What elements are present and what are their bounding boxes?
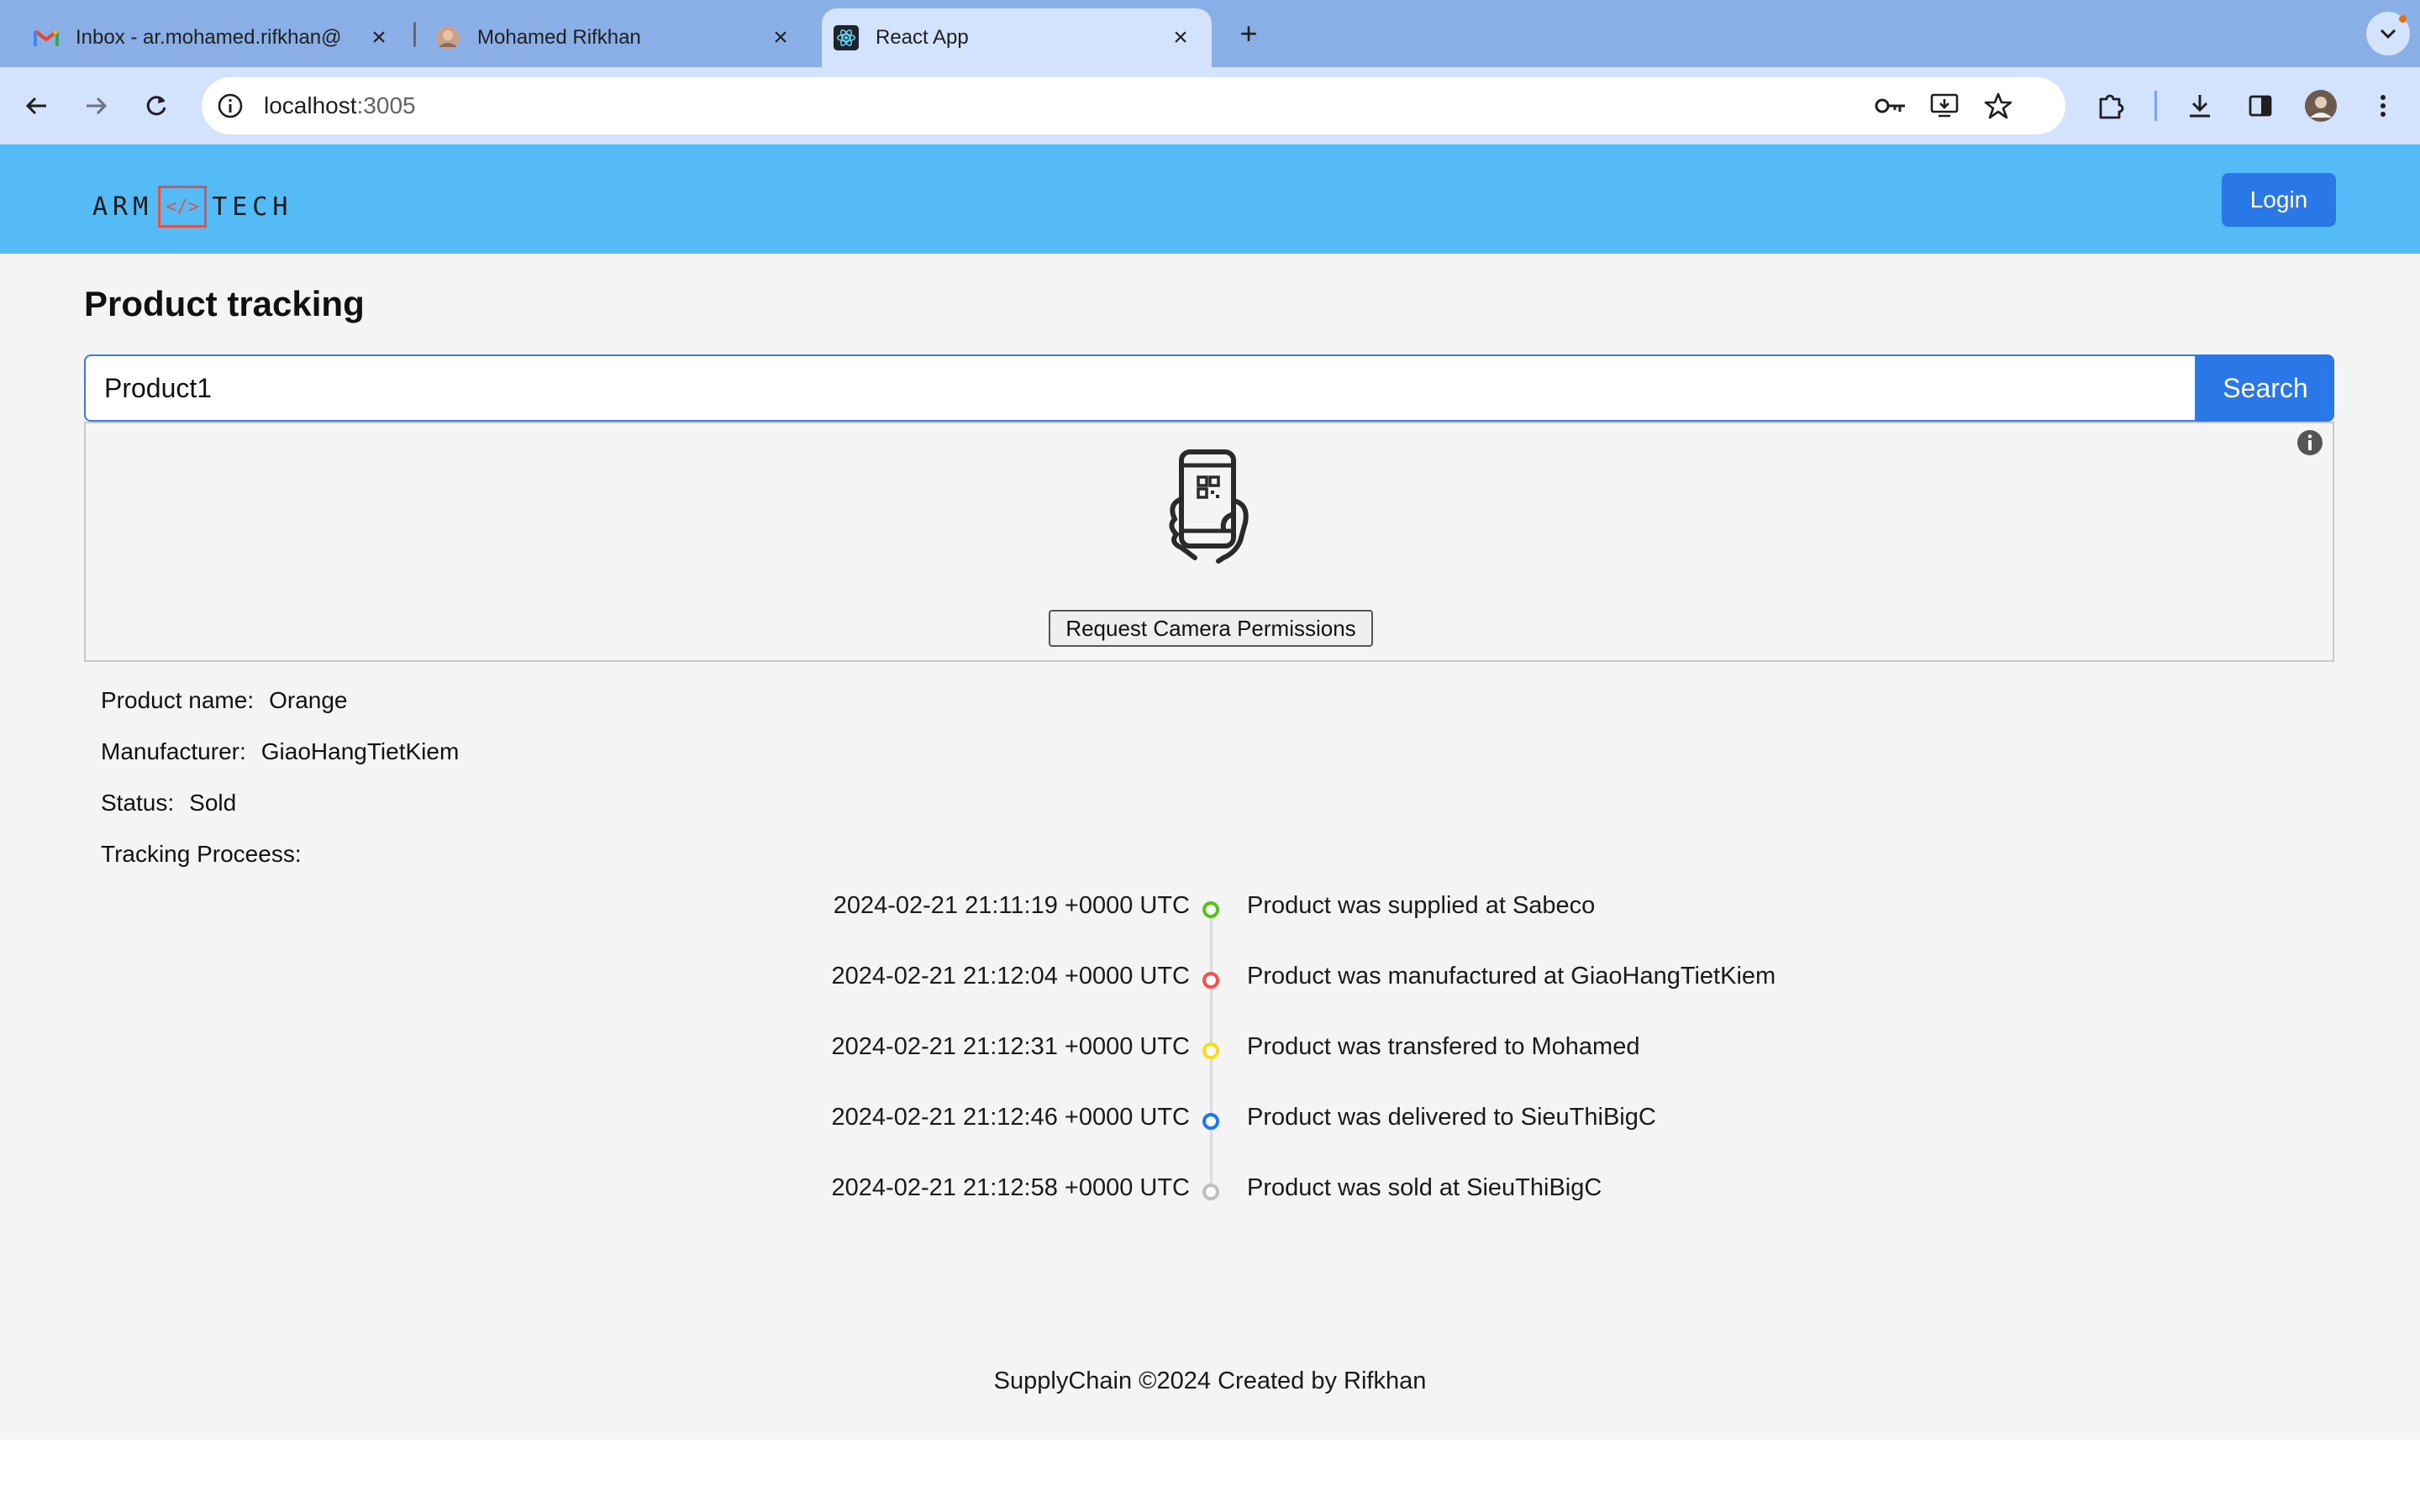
side-panel-icon[interactable] xyxy=(2242,87,2279,124)
forward-icon[interactable] xyxy=(77,87,114,124)
tab-mohamed-rifkhan[interactable]: Mohamed Rifkhan × xyxy=(402,8,812,67)
timeline-dot xyxy=(1202,901,1219,918)
tab-title: Mohamed Rifkhan xyxy=(477,26,641,49)
url-text: localhost:3005 xyxy=(264,92,416,118)
event-description: Product was delivered to SieuThiBigC xyxy=(1247,1104,1656,1131)
logo-text-right: TECH xyxy=(212,192,293,222)
tab-gmail-inbox[interactable]: Inbox - ar.mohamed.rifkhan@ × xyxy=(0,8,410,67)
status-row: Status: Sold xyxy=(101,790,236,816)
footer-text: SupplyChain ©2024 Created by Rifkhan xyxy=(993,1368,1427,1394)
address-bar[interactable]: localhost:3005 xyxy=(202,77,2065,134)
status-label: Status: xyxy=(101,790,175,816)
bookmark-star-icon[interactable] xyxy=(1981,89,2015,123)
tab-title: React App xyxy=(876,26,969,49)
profile-avatar-icon[interactable] xyxy=(2302,87,2339,124)
timeline-dot xyxy=(1202,1184,1219,1200)
tab-title: Inbox - ar.mohamed.rifkhan@ xyxy=(76,26,342,49)
status-value: Sold xyxy=(189,790,237,816)
product-name-label: Product name: xyxy=(101,687,255,713)
timeline-dot xyxy=(1202,972,1219,989)
extensions-icon[interactable] xyxy=(2092,87,2129,124)
timeline-item: 2024-02-21 21:12:31 +0000 UTC Product wa… xyxy=(0,1033,2420,1075)
browser-toolbar: localhost:3005 xyxy=(0,67,2420,144)
page-title: Product tracking xyxy=(84,284,365,323)
more-menu-icon[interactable] xyxy=(2365,87,2402,124)
timeline-dot xyxy=(1202,1042,1219,1059)
browser-tab-bar: Inbox - ar.mohamed.rifkhan@ × Mohamed Ri… xyxy=(0,0,2420,67)
back-icon[interactable] xyxy=(18,87,55,124)
event-time: 2024-02-21 21:11:19 +0000 UTC xyxy=(833,892,1190,919)
event-time: 2024-02-21 21:12:04 +0000 UTC xyxy=(831,963,1190,990)
site-info-icon[interactable] xyxy=(213,89,247,123)
tab-search-button[interactable] xyxy=(2366,12,2410,55)
info-icon[interactable] xyxy=(2296,428,2324,457)
event-description: Product was manufactured at GiaoHangTiet… xyxy=(1247,963,1776,990)
event-description: Product was sold at SieuThiBigC xyxy=(1247,1174,1602,1201)
key-icon[interactable] xyxy=(1874,89,1907,123)
install-app-icon[interactable] xyxy=(1928,89,1961,123)
request-camera-permissions-button[interactable]: Request Camera Permissions xyxy=(1049,610,1373,647)
logo-text-left: ARM xyxy=(92,192,154,222)
close-tab-icon[interactable]: × xyxy=(768,24,793,51)
timeline-item: 2024-02-21 21:12:46 +0000 UTC Product wa… xyxy=(0,1104,2420,1146)
product-name-row: Product name: Orange xyxy=(101,687,348,714)
app-header: ARM </> TECH Login xyxy=(0,144,2420,254)
manufacturer-value: GiaoHangTietKiem xyxy=(260,738,460,764)
event-time: 2024-02-21 21:12:31 +0000 UTC xyxy=(831,1033,1190,1060)
profile-photo-icon xyxy=(435,25,460,50)
event-time: 2024-02-21 21:12:46 +0000 UTC xyxy=(831,1104,1190,1131)
toolbar-divider xyxy=(2154,91,2157,121)
chevron-down-icon xyxy=(2380,29,2396,39)
tab-react-app[interactable]: React App × xyxy=(822,8,1212,67)
timeline-item: 2024-02-21 21:12:58 +0000 UTC Product wa… xyxy=(0,1174,2420,1216)
timeline-item: 2024-02-21 21:12:04 +0000 UTC Product wa… xyxy=(0,963,2420,1005)
download-icon[interactable] xyxy=(2181,87,2218,124)
close-tab-icon[interactable]: × xyxy=(366,24,392,51)
armtech-logo[interactable]: ARM </> TECH xyxy=(92,186,293,228)
phone-qr-scan-icon xyxy=(1169,449,1249,564)
login-button[interactable]: Login xyxy=(2222,173,2336,227)
search-button[interactable]: Search xyxy=(2196,354,2334,422)
timeline-dot xyxy=(1202,1113,1219,1130)
gmail-icon xyxy=(34,25,59,50)
close-tab-icon[interactable]: × xyxy=(1168,24,1193,51)
event-description: Product was transfered to Mohamed xyxy=(1247,1033,1640,1060)
tracking-process-label: Tracking Proceess: xyxy=(101,841,302,867)
manufacturer-label: Manufacturer: xyxy=(101,738,246,764)
react-icon xyxy=(834,25,859,50)
update-dot xyxy=(2399,15,2407,23)
reload-icon[interactable] xyxy=(138,87,175,124)
event-description: Product was supplied at Sabeco xyxy=(1247,892,1596,919)
main-content: Product tracking Product1 Search Request… xyxy=(0,254,2420,1440)
manufacturer-row: Manufacturer: GiaoHangTietKiem xyxy=(101,738,459,765)
event-time: 2024-02-21 21:12:58 +0000 UTC xyxy=(831,1174,1190,1201)
product-name-value: Orange xyxy=(269,687,348,713)
new-tab-icon[interactable]: + xyxy=(1230,15,1267,52)
qr-scanner-panel: Request Camera Permissions xyxy=(84,422,2334,662)
logo-code-box: </> xyxy=(158,186,208,228)
product-search-input[interactable]: Product1 xyxy=(84,354,2196,422)
timeline-item: 2024-02-21 21:11:19 +0000 UTC Product wa… xyxy=(0,892,2420,934)
